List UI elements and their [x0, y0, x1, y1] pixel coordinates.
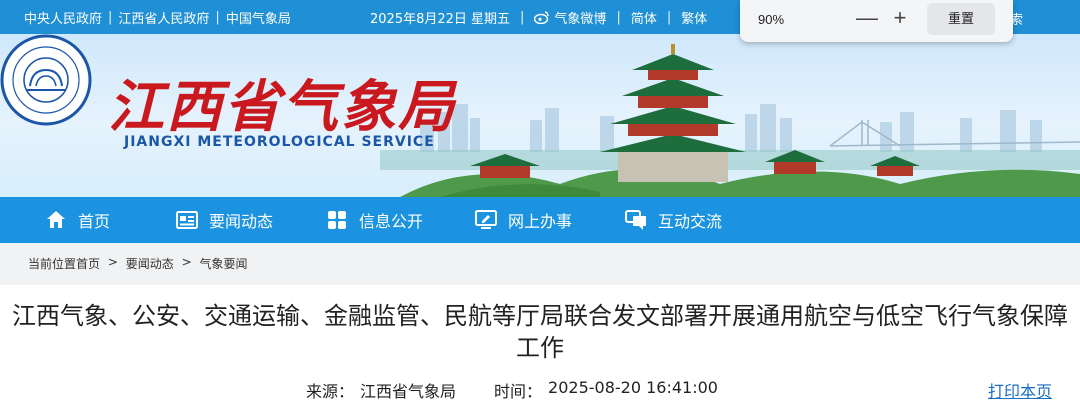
zoom-in-button[interactable]: +: [889, 6, 911, 32]
zoom-level: 90%: [758, 12, 785, 27]
news-icon: [176, 211, 198, 229]
link-jiangxi-gov[interactable]: 江西省人民政府: [118, 8, 209, 27]
separator: |: [520, 9, 525, 25]
weibo-link[interactable]: 气象微博: [534, 8, 606, 27]
nav-item-home[interactable]: 首页: [44, 197, 110, 243]
traditional-link[interactable]: 繁体: [681, 8, 707, 27]
article-title: 江西气象、公安、交通运输、金融监管、民航等厅局联合发文部署开展通用航空与低空飞行…: [0, 300, 1080, 364]
breadcrumb-separator: [120, 255, 124, 272]
breadcrumb-separator: >: [107, 255, 118, 269]
separator: |: [616, 9, 621, 25]
nav-label: 信息公开: [359, 212, 424, 231]
breadcrumb: 当前位置首页 > 要闻动态 > 气象要闻: [28, 255, 247, 272]
link-cma[interactable]: 中国气象局: [226, 8, 291, 27]
breadcrumb-separator: >: [181, 255, 192, 269]
source-value: 江西省气象局: [360, 382, 457, 401]
weibo-icon: [534, 11, 550, 24]
nav-item-interaction[interactable]: 互动交流: [624, 197, 722, 243]
top-right: 2025年8月22日 星期五 | 气象微博 | 简体 | 繁体: [370, 0, 707, 34]
nav-item-info[interactable]: 信息公开: [325, 197, 423, 243]
article-title-line: 江西气象、公安、交通运输、金融监管、民航等厅局联合发文部署开展通用航空与低空飞行…: [12, 302, 1068, 330]
time-value: 2025-08-20 16:41:00: [548, 378, 718, 397]
weibo-label: 气象微博: [554, 11, 607, 27]
link-central-gov[interactable]: 中央人民政府: [24, 8, 102, 27]
simplified-link[interactable]: 简体: [631, 8, 657, 27]
breadcrumb-bar: 当前位置首页 > 要闻动态 > 气象要闻: [0, 243, 1080, 285]
home-icon: [47, 211, 65, 228]
breadcrumb-weather-news[interactable]: 气象要闻: [199, 255, 247, 272]
breadcrumb-news[interactable]: 要闻动态: [126, 255, 174, 272]
site-title: 江西省气象局: [108, 74, 456, 140]
zoom-out-button[interactable]: —: [856, 6, 878, 32]
zoom-reset-button[interactable]: 重置: [927, 3, 995, 35]
meta-spacer: [462, 378, 488, 402]
banner: 江西省气象局 JIANGXI METEOROLOGICAL SERVICE: [0, 34, 1080, 197]
nav-item-news[interactable]: 要闻动态: [175, 197, 273, 243]
grid-icon: [328, 211, 346, 229]
article-title-line: 工作: [516, 334, 564, 362]
site-subtitle: JIANGXI METEOROLOGICAL SERVICE: [124, 134, 435, 150]
breadcrumb-home[interactable]: 当前位置首页: [28, 255, 100, 272]
breadcrumb-separator: [102, 255, 106, 272]
article-meta: 来源： 江西省气象局 时间： 2025-08-20 16:41:00: [306, 378, 718, 402]
cma-logo: [0, 34, 92, 126]
time-label: 时间：: [494, 382, 543, 401]
separator: |: [108, 9, 113, 25]
nav-item-online-service[interactable]: 网上办事: [474, 197, 572, 243]
page: 中央人民政府 | 江西省人民政府 | 中国气象局 2025年8月22日 星期五 …: [0, 0, 1080, 405]
nav-label: 互动交流: [658, 212, 723, 231]
zoom-popup: 90% — + 重置: [740, 0, 1013, 42]
nav-label: 要闻动态: [209, 212, 274, 231]
date-text: 2025年8月22日 星期五: [370, 11, 511, 27]
separator: |: [666, 9, 672, 25]
print-page-link[interactable]: 打印本页: [988, 378, 1052, 402]
nav-label: 网上办事: [508, 212, 573, 231]
main-nav: 首页 要闻动态 信息公开 网上办事 互动交流: [0, 197, 1080, 243]
breadcrumb-separator: [176, 255, 180, 272]
monitor-icon: [475, 210, 497, 229]
nav-label: 首页: [78, 212, 111, 231]
source-label: 来源：: [306, 382, 355, 401]
separator: |: [215, 9, 220, 25]
gov-links: 中央人民政府 | 江西省人民政府 | 中国气象局: [24, 0, 291, 34]
breadcrumb-separator: [194, 255, 198, 272]
chat-icon: [625, 210, 646, 230]
